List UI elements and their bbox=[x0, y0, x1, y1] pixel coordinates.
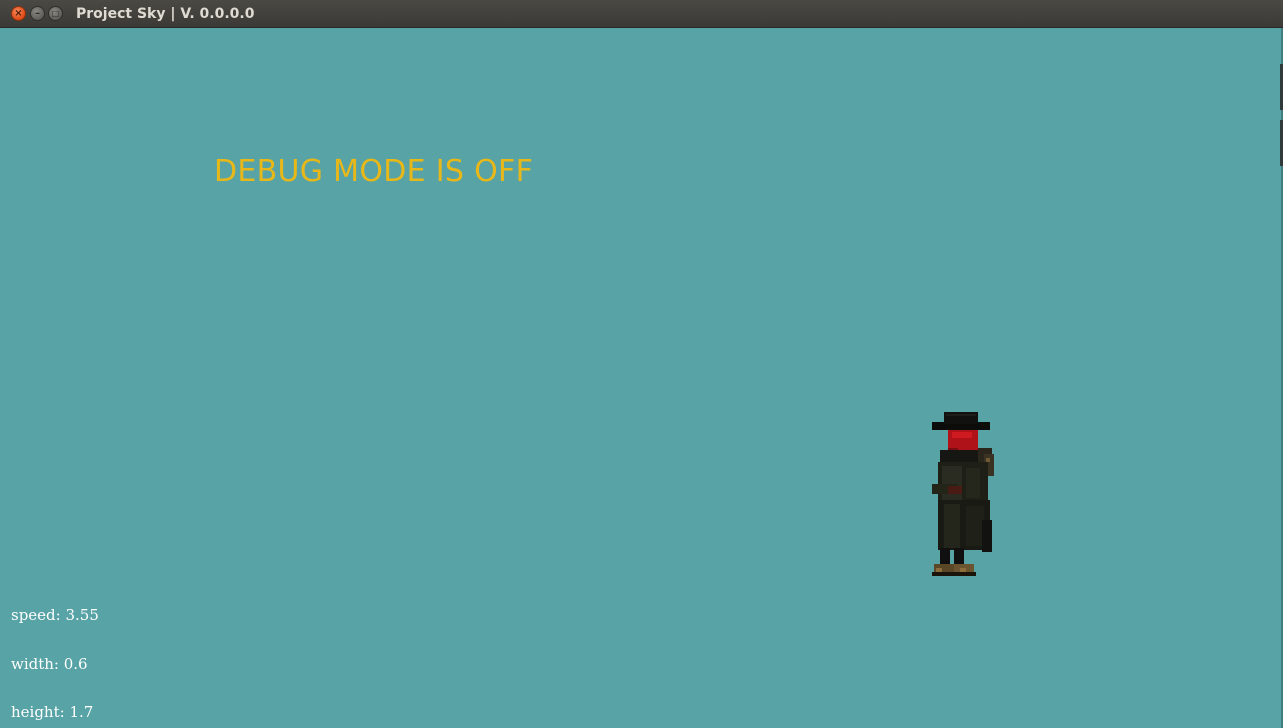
window-title: Project Sky | V. 0.0.0.0 bbox=[76, 6, 255, 22]
debug-mode-message: DEBUG MODE IS OFF bbox=[214, 154, 534, 189]
minimize-icon[interactable]: – bbox=[30, 6, 45, 21]
title-bar[interactable]: × – □ Project Sky | V. 0.0.0.0 bbox=[0, 0, 1283, 28]
maximize-icon[interactable]: □ bbox=[48, 6, 63, 21]
width-stat: width: 0.6 bbox=[11, 655, 88, 673]
game-canvas[interactable] bbox=[0, 28, 1283, 728]
game-window: × – □ Project Sky | V. 0.0.0.0 DEBUG MOD… bbox=[0, 0, 1283, 728]
player-character-sprite bbox=[932, 412, 994, 576]
height-stat: height: 1.7 bbox=[11, 703, 94, 721]
close-icon[interactable]: × bbox=[11, 6, 26, 21]
speed-stat: speed: 3.55 bbox=[11, 606, 99, 624]
